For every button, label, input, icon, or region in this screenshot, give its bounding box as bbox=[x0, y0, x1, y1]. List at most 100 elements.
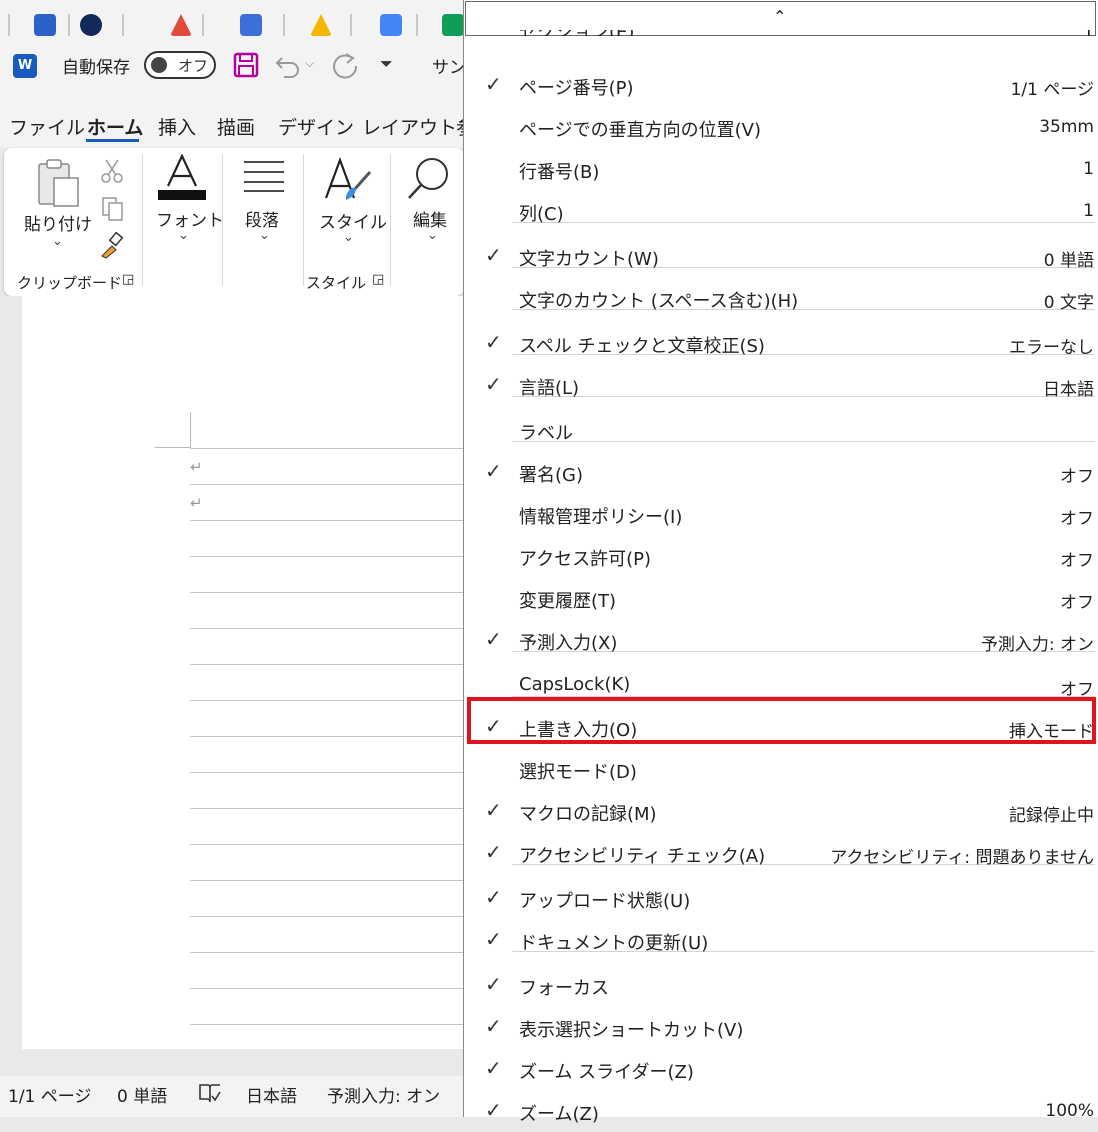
grid-line bbox=[190, 484, 464, 485]
font-button[interactable]: フォント bbox=[156, 206, 224, 231]
checkmark-icon: ✓ bbox=[485, 1098, 502, 1122]
tab-layout[interactable]: レイアウト bbox=[362, 113, 457, 140]
status-word-count[interactable]: 0 単語 bbox=[117, 1082, 167, 1107]
autosave-state: オフ bbox=[178, 57, 209, 75]
styles-launcher-icon[interactable]: ◲ bbox=[372, 272, 384, 287]
menu-item-value: エラーなし bbox=[1009, 338, 1094, 358]
grid-line bbox=[190, 916, 464, 917]
menu-item-label: 文字のカウント (スペース含む)(H) bbox=[519, 291, 799, 312]
app-icon-1[interactable] bbox=[34, 14, 56, 36]
menu-item-label: ページでの垂直方向の位置(V) bbox=[519, 120, 761, 141]
paste-button[interactable]: 貼り付け bbox=[24, 210, 92, 235]
menu-item-label: 選択モード(D) bbox=[519, 762, 637, 783]
font-dropdown-icon[interactable]: ⌄ bbox=[178, 228, 189, 243]
menu-item-label: 行番号(B) bbox=[519, 162, 600, 183]
menu-item-label: ラベル bbox=[519, 423, 573, 444]
checkmark-icon: ✓ bbox=[485, 1056, 502, 1080]
grid-line bbox=[190, 772, 464, 773]
status-language[interactable]: 日本語 bbox=[246, 1082, 297, 1107]
autosave-toggle[interactable]: オフ bbox=[144, 51, 216, 79]
grid-line bbox=[190, 556, 464, 557]
status-predictive-input[interactable]: 予測入力: オン bbox=[327, 1082, 440, 1107]
redo-icon[interactable] bbox=[330, 50, 360, 80]
chevron-up-icon: ⌃ bbox=[773, 7, 787, 26]
menu-item-value: 日本語 bbox=[1043, 380, 1094, 400]
grid-line bbox=[190, 736, 464, 737]
menu-item-value: オフ bbox=[1060, 467, 1094, 487]
menu-item-label: 列(C) bbox=[519, 204, 564, 225]
google-sheets-icon[interactable] bbox=[442, 14, 464, 36]
checkmark-icon: ✓ bbox=[485, 798, 502, 822]
checkmark-icon: ✓ bbox=[485, 627, 502, 651]
checkmark-icon: ✓ bbox=[485, 927, 502, 951]
strip-separator bbox=[416, 14, 418, 36]
tab-draw[interactable]: 描画 bbox=[217, 113, 255, 140]
margin-corner-mark bbox=[155, 447, 191, 448]
grid-line bbox=[190, 1024, 464, 1025]
app-icon-4[interactable] bbox=[240, 14, 262, 36]
undo-icon[interactable] bbox=[274, 52, 302, 78]
menu-item-label: ズーム(Z) bbox=[519, 1104, 599, 1125]
tab-home[interactable]: ホーム bbox=[87, 113, 143, 140]
save-icon[interactable] bbox=[233, 52, 259, 78]
grid-line bbox=[190, 520, 464, 521]
menu-item-value: アクセシビリティ: 問題ありません bbox=[830, 848, 1094, 868]
document-page[interactable] bbox=[22, 296, 464, 1049]
clipboard-launcher-icon[interactable]: ◲ bbox=[122, 272, 134, 287]
grid-line bbox=[190, 988, 464, 989]
paragraph-mark-icon: ↵ bbox=[190, 458, 203, 476]
checkmark-icon: ✓ bbox=[485, 459, 502, 483]
cut-icon[interactable] bbox=[100, 158, 124, 184]
search-icon[interactable] bbox=[406, 154, 454, 202]
menu-item-label: ズーム スライダー(Z) bbox=[519, 1062, 694, 1083]
styles-icon[interactable] bbox=[322, 156, 374, 208]
menu-item-label: 署名(G) bbox=[519, 465, 583, 486]
status-page-number[interactable]: 1/1 ページ bbox=[8, 1082, 91, 1107]
strip-separator bbox=[68, 14, 70, 36]
grid-line bbox=[190, 880, 464, 881]
menu-item-value: 予測入力: オン bbox=[980, 635, 1094, 655]
tab-insert[interactable]: 挿入 bbox=[158, 113, 196, 140]
menu-item-label: アップロード状態(U) bbox=[519, 891, 691, 912]
paragraph-dropdown-icon[interactable]: ⌄ bbox=[259, 228, 270, 243]
menu-item-value: 0 単語 bbox=[1043, 251, 1094, 271]
proofing-book-icon[interactable] bbox=[198, 1082, 222, 1104]
menu-item-label: フォーカス bbox=[519, 978, 609, 999]
menu-item-value: 記録停止中 bbox=[1009, 806, 1094, 826]
tab-design[interactable]: デザイン bbox=[278, 113, 354, 140]
menu-item-label: CapsLock(K) bbox=[519, 674, 631, 695]
menu-item-value: 1/1 ページ bbox=[1010, 80, 1094, 100]
menu-item-section-value: 1 bbox=[1083, 30, 1094, 36]
grid-line bbox=[190, 844, 464, 845]
ribbon-separator bbox=[390, 154, 391, 286]
grid-line bbox=[190, 952, 464, 953]
checkmark-icon: ✓ bbox=[485, 1014, 502, 1038]
copy-icon[interactable] bbox=[100, 196, 124, 222]
checkmark-icon: ✓ bbox=[485, 243, 502, 267]
tab-file[interactable]: ファイル bbox=[9, 113, 85, 140]
styles-dropdown-icon[interactable]: ⌄ bbox=[343, 230, 354, 245]
google-docs-icon[interactable] bbox=[380, 14, 402, 36]
customize-qat-icon[interactable]: ⏷ bbox=[380, 54, 393, 74]
strip-separator bbox=[202, 14, 204, 36]
ribbon-separator bbox=[222, 154, 223, 286]
grid-line bbox=[190, 808, 464, 809]
paste-dropdown-icon[interactable]: ⌄ bbox=[52, 234, 63, 249]
undo-dropdown-icon[interactable]: ⌵ bbox=[305, 56, 314, 71]
menu-item-value: オフ bbox=[1060, 551, 1094, 571]
styles-group-label: スタイル bbox=[306, 274, 367, 292]
font-icon[interactable] bbox=[156, 154, 208, 202]
grid-line bbox=[190, 448, 464, 449]
format-painter-icon[interactable] bbox=[98, 232, 126, 260]
strip-separator bbox=[8, 14, 10, 36]
checkmark-icon: ✓ bbox=[485, 972, 502, 996]
paragraph-icon[interactable] bbox=[242, 160, 286, 192]
grid-line bbox=[190, 628, 464, 629]
app-icon-2[interactable] bbox=[80, 14, 102, 36]
checkmark-icon: ✓ bbox=[485, 885, 502, 909]
menu-item-label: 予測入力(X) bbox=[519, 633, 618, 654]
paste-icon[interactable] bbox=[36, 158, 82, 210]
editing-dropdown-icon[interactable]: ⌄ bbox=[427, 228, 438, 243]
menu-item-section-label: セクション(E) bbox=[519, 30, 634, 36]
menu-item-label: スペル チェックと文章校正(S) bbox=[519, 336, 765, 357]
